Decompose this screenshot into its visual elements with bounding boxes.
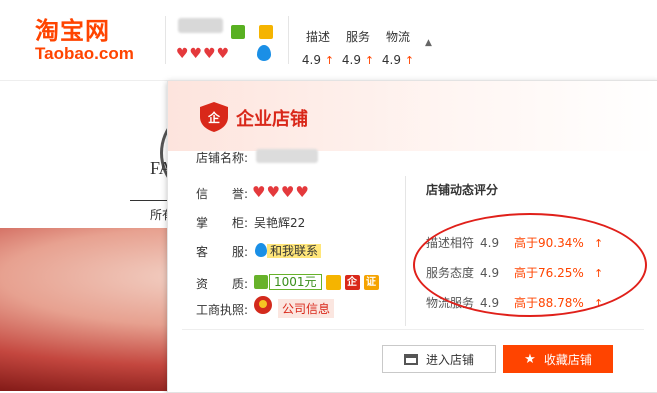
shop-name-label: 店铺名称: xyxy=(196,151,249,165)
gold-badge-icon[interactable] xyxy=(325,274,341,290)
score-label: 物流 xyxy=(385,30,410,44)
taobao-logo[interactable]: 淘宝网 Taobao.com xyxy=(35,16,145,68)
logo-cn: 淘宝网 xyxy=(35,17,110,45)
svg-text:企: 企 xyxy=(207,110,221,125)
popup-title: 企业店铺 xyxy=(236,109,308,130)
divider xyxy=(288,16,289,64)
score-logistics: 物流 4.9 ↑ xyxy=(378,28,418,67)
shop-icon xyxy=(403,353,418,365)
shop-name-blurred xyxy=(256,149,318,163)
score-value: 4.9 xyxy=(381,53,402,67)
rating-title: 店铺动态评分 xyxy=(426,183,499,197)
enterprise-shield-icon: 企 xyxy=(200,102,228,132)
up-arrow-icon: ↑ xyxy=(364,54,375,67)
enterprise-icon[interactable]: 企 xyxy=(344,274,360,290)
deposit-icon xyxy=(254,275,268,289)
credit-label: 信 誉: xyxy=(196,187,249,201)
contact-text: 和我联系 xyxy=(267,244,322,258)
top-bar: 淘宝网 Taobao.com ♥♥♥♥ 描述 4.9 ↑ 服务 4.9 ↑ 物流… xyxy=(0,0,657,81)
column-divider xyxy=(405,176,406,326)
company-info-link[interactable]: 公司信息 xyxy=(278,299,335,318)
cert-icon xyxy=(231,25,245,39)
qualification-label: 资 质: xyxy=(196,277,249,291)
enter-shop-button[interactable]: 进入店铺 xyxy=(382,345,496,373)
up-arrow-icon: ↑ xyxy=(324,54,335,67)
caret-up-icon[interactable]: ▲ xyxy=(425,38,432,48)
shop-name-blurred xyxy=(178,18,223,33)
footer-divider xyxy=(182,329,644,330)
wangwang-icon xyxy=(255,243,267,257)
emblem-icon xyxy=(254,296,272,314)
shop-info-popup: 企 企业店铺 店铺名称: 信 誉: ♥♥♥♥ 掌 柜: 吴艳辉22 客 服: 和… xyxy=(167,80,657,393)
license-label: 工商执照: xyxy=(196,303,249,317)
credit-hearts: ♥♥♥♥ xyxy=(252,183,310,201)
score-description: 描述 4.9 ↑ xyxy=(298,28,338,67)
logo-en: Taobao.com xyxy=(35,44,134,63)
score-service: 服务 4.9 ↑ xyxy=(338,28,378,67)
owner-label: 掌 柜: xyxy=(196,216,249,230)
certificate-icon[interactable]: 证 xyxy=(363,274,379,290)
gold-badge-icon xyxy=(259,25,273,39)
divider xyxy=(165,16,166,64)
score-label: 服务 xyxy=(345,30,370,44)
owner-value[interactable]: 吴艳辉22 xyxy=(254,214,305,231)
star-icon: ★ xyxy=(524,351,536,367)
deposit-amount[interactable]: 1001元 xyxy=(269,274,322,290)
service-label: 客 服: xyxy=(196,245,249,259)
wangwang-icon[interactable] xyxy=(257,45,271,61)
favorite-shop-button[interactable]: ★ 收藏店铺 xyxy=(503,345,613,373)
contact-seller-button[interactable]: 和我联系 xyxy=(255,243,322,259)
favorite-shop-label: 收藏店铺 xyxy=(543,352,592,367)
highlight-circle xyxy=(413,213,647,317)
credit-hearts: ♥♥♥♥ xyxy=(176,46,231,62)
enter-shop-label: 进入店铺 xyxy=(425,352,474,367)
up-arrow-icon: ↑ xyxy=(404,54,415,67)
score-value: 4.9 xyxy=(341,53,362,67)
popup-header: 企 企业店铺 xyxy=(168,81,657,151)
score-value: 4.9 xyxy=(301,53,322,67)
qualification-badges: 1001元 企 证 xyxy=(254,273,379,291)
score-label: 描述 xyxy=(305,30,330,44)
